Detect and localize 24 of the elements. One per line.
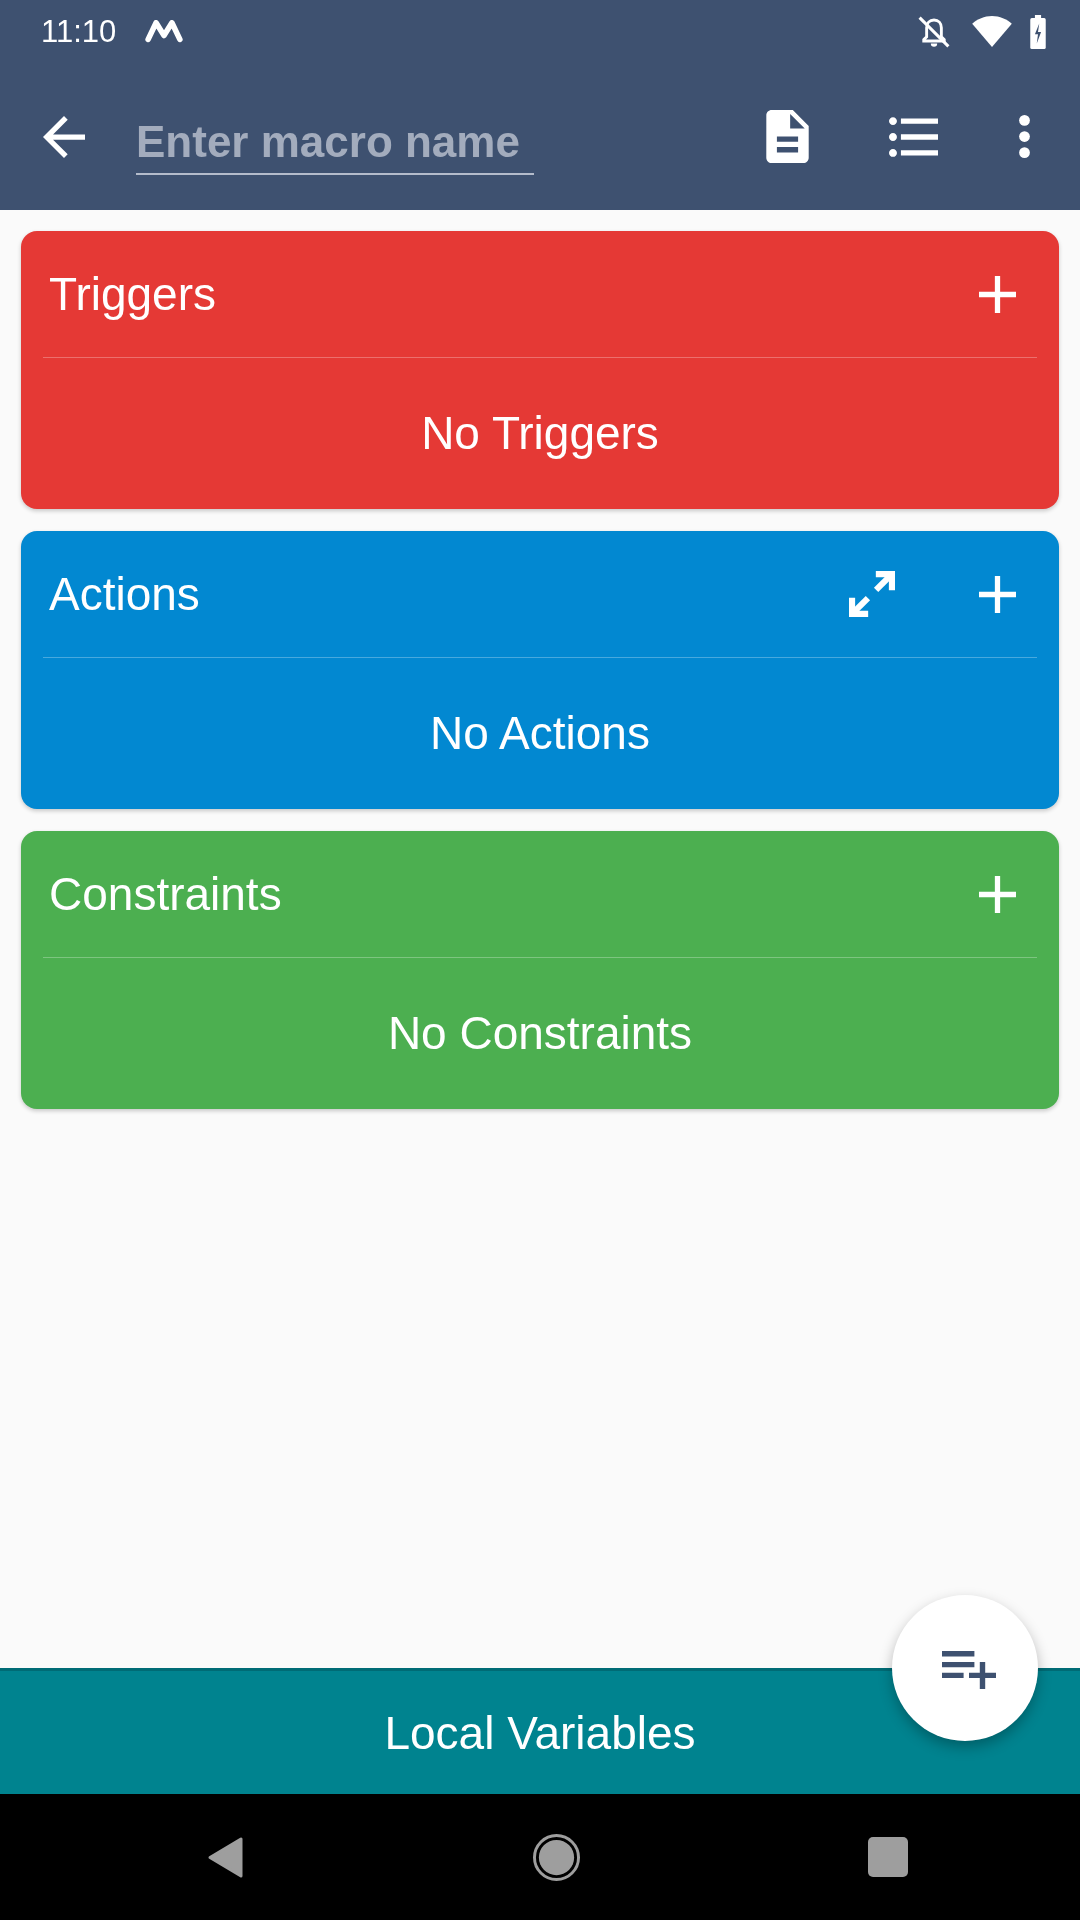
empty-message: No Constraints	[387, 1008, 693, 1059]
empty-message: No Actions	[430, 708, 650, 759]
list-icon[interactable]	[889, 116, 938, 157]
macro-name-field[interactable]: Enter macro name	[136, 116, 534, 175]
empty-message: No Triggers	[421, 408, 659, 459]
section-title: Actions	[49, 568, 200, 620]
wifi-icon	[972, 16, 1012, 47]
playlist-add-icon	[942, 1651, 996, 1689]
document-icon[interactable]	[766, 110, 809, 163]
section-title: Triggers	[49, 268, 216, 320]
add-icon[interactable]	[979, 275, 1016, 313]
nav-back-icon[interactable]	[207, 1835, 244, 1879]
notifications-off-icon	[918, 15, 950, 48]
battery-charging-icon	[1028, 14, 1048, 49]
add-icon[interactable]	[979, 875, 1016, 913]
back-arrow-icon[interactable]	[43, 115, 85, 158]
local-variables-button[interactable]: Local Variables	[0, 1668, 1080, 1794]
add-icon[interactable]	[979, 575, 1016, 613]
more-menu-icon[interactable]	[1019, 115, 1030, 158]
section-title: Constraints	[49, 868, 282, 920]
zigzag-icon	[145, 20, 184, 43]
expand-icon[interactable]	[849, 571, 895, 617]
home-icon[interactable]	[533, 1833, 580, 1881]
status-time: 11:10	[41, 16, 117, 47]
